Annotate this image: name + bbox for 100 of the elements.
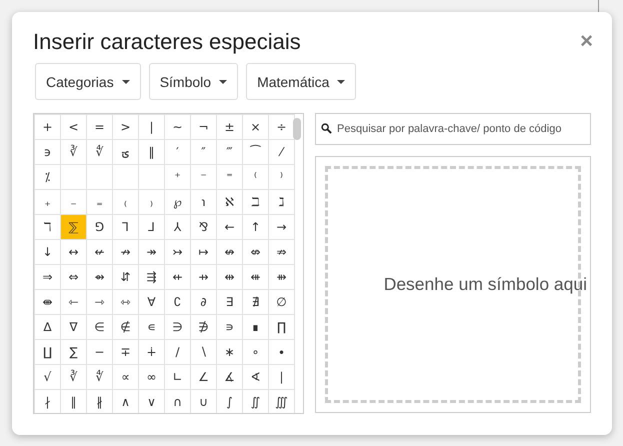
symbol-cell[interactable]: ↛ xyxy=(112,240,138,264)
symbol-cell[interactable]: ∞ xyxy=(138,364,164,390)
symbol-cell[interactable]: ↓ xyxy=(34,240,60,264)
symbol-cell[interactable]: ↔ xyxy=(60,240,86,264)
symbol-cell[interactable]: × xyxy=(242,114,268,140)
symbol-cell[interactable]: ∃ xyxy=(216,290,242,314)
symbol-cell[interactable]: ∙ xyxy=(268,340,294,364)
symbol-cell[interactable]: ⇏ xyxy=(268,240,294,264)
symbol-cell[interactable]: ⇺ xyxy=(242,264,268,290)
symbol-cell[interactable]: = xyxy=(86,114,112,140)
symbol-cell[interactable]: ⁀ xyxy=(242,140,268,164)
symbol-cell[interactable]: ∈ xyxy=(86,314,112,340)
symbol-cell[interactable]: ∍ xyxy=(216,314,242,340)
symbol-cell[interactable]: ∄ xyxy=(242,290,268,314)
symbol-cell[interactable]: ⇴ xyxy=(86,264,112,290)
symbol-cell[interactable]: ⇽ xyxy=(60,290,86,314)
symbol-cell[interactable]: ∔ xyxy=(138,340,164,364)
symbol-cell[interactable]: ∁ xyxy=(164,290,190,314)
symbol-cell[interactable]: ∟ xyxy=(164,364,190,390)
symbol-cell[interactable]: + xyxy=(34,114,60,140)
symbol-cell[interactable]: ⇒ xyxy=(34,264,60,290)
symbol-cell[interactable]: √ xyxy=(34,364,60,390)
dropdown[interactable]: Matemática xyxy=(246,63,356,100)
symbol-cell[interactable]: ↮ xyxy=(216,240,242,264)
symbol-cell[interactable]: ∢ xyxy=(242,364,268,390)
symbol-cell[interactable]: − xyxy=(86,340,112,364)
symbol-cell[interactable]: ↚ xyxy=(86,240,112,264)
symbol-cell[interactable]: ℷ xyxy=(268,190,294,214)
symbol-cell[interactable]: ⅀ xyxy=(60,214,86,240)
symbol-cell[interactable]: ↑ xyxy=(242,214,268,240)
symbol-cell[interactable]: ∛ xyxy=(60,140,86,164)
symbol-cell[interactable]: ⁒ xyxy=(34,164,60,190)
symbol-cell[interactable]: ∓ xyxy=(112,340,138,364)
symbol-cell[interactable]: ∘ xyxy=(242,340,268,364)
symbol-cell[interactable]: ∠ xyxy=(190,364,216,390)
dropdown[interactable]: Categorias xyxy=(35,63,141,100)
symbol-cell[interactable]: ⁾ xyxy=(268,164,294,190)
symbol-cell[interactable]: ℩ xyxy=(190,190,216,214)
symbol-cell[interactable]: ⇔ xyxy=(60,264,86,290)
symbol-cell[interactable]: ⇻ xyxy=(268,264,294,290)
symbol-cell[interactable]: ∛ xyxy=(60,364,86,390)
symbol-cell[interactable]: ← xyxy=(216,214,242,240)
symbol-cell[interactable]: ∌ xyxy=(190,314,216,340)
symbol-cell[interactable]: ⇿ xyxy=(112,290,138,314)
symbol-cell[interactable]: ⁽ xyxy=(242,164,268,190)
symbol-cell[interactable]: ∝ xyxy=(112,364,138,390)
symbol-cell[interactable]: → xyxy=(268,214,294,240)
symbol-cell[interactable]: < xyxy=(60,114,86,140)
symbol-cell[interactable]: ⅁ xyxy=(86,214,112,240)
symbol-cell[interactable]: ℶ xyxy=(242,190,268,214)
symbol-cell[interactable]: ∉ xyxy=(112,314,138,340)
symbol-cell[interactable]: ⁼ xyxy=(216,164,242,190)
symbol-cell[interactable]: ℘ xyxy=(164,190,190,214)
symbol-cell[interactable]: ⇶ xyxy=(138,264,164,290)
symbol-cell[interactable]: ∜ xyxy=(86,140,112,164)
symbol-cell[interactable]: | xyxy=(138,114,164,140)
symbol-cell[interactable]: ∋ xyxy=(164,314,190,340)
symbol-cell[interactable]: ⇼ xyxy=(34,290,60,314)
symbol-cell[interactable]: ⇹ xyxy=(216,264,242,290)
symbol-cell[interactable]: ₍ xyxy=(112,190,138,214)
symbol-cell[interactable]: ⅃ xyxy=(138,214,164,240)
symbol-cell[interactable]: > xyxy=(112,114,138,140)
symbol-cell[interactable]: ‖ xyxy=(138,140,164,164)
symbol-cell[interactable]: ∣ xyxy=(268,364,294,390)
symbol-cell[interactable]: ∏ xyxy=(268,314,294,340)
symbol-cell[interactable]: ∎ xyxy=(242,314,268,340)
symbol-cell[interactable]: ϶ xyxy=(34,140,60,164)
symbol-cell[interactable]: ⁺ xyxy=(164,164,190,190)
symbol-cell[interactable]: ± xyxy=(216,114,242,140)
symbol-cell[interactable]: ₌ xyxy=(86,190,112,214)
symbol-cell[interactable]: ↣ xyxy=(164,240,190,264)
symbol-cell[interactable]: ∑ xyxy=(60,340,86,364)
symbol-cell[interactable]: ⅋ xyxy=(190,214,216,240)
symbol-cell[interactable]: ∗ xyxy=(216,340,242,364)
symbol-cell[interactable]: ↠ xyxy=(138,240,164,264)
symbol-cell[interactable]: ∇ xyxy=(60,314,86,340)
symbol-cell[interactable]: ∡ xyxy=(216,364,242,390)
symbol-cell[interactable]: ؾ xyxy=(112,140,138,164)
symbol-cell[interactable]: ∀ xyxy=(138,290,164,314)
symbol-cell[interactable]: ∤ xyxy=(34,390,60,413)
symbol-cell[interactable]: ~ xyxy=(164,114,190,140)
symbol-cell[interactable]: ∊ xyxy=(138,314,164,340)
symbol-cell[interactable]: ∕ xyxy=(164,340,190,364)
symbol-cell[interactable]: ∆ xyxy=(34,314,60,340)
symbol-cell[interactable]: ⅂ xyxy=(112,214,138,240)
symbol-cell[interactable]: ∜ xyxy=(86,364,112,390)
symbol-cell[interactable]: ″ xyxy=(190,140,216,164)
scrollbar-thumb[interactable] xyxy=(293,118,301,140)
symbol-cell[interactable]: ∐ xyxy=(34,340,60,364)
drawing-area[interactable]: Desenhe um símbolo aqui xyxy=(315,156,591,413)
symbol-cell[interactable]: ′ xyxy=(164,140,190,164)
symbol-cell[interactable]: ¬ xyxy=(190,114,216,140)
symbol-cell[interactable]: ∖ xyxy=(190,340,216,364)
symbol-cell[interactable]: ⁄ xyxy=(268,140,294,164)
symbol-cell[interactable]: ⇷ xyxy=(164,264,190,290)
symbol-cell[interactable]: ₊ xyxy=(34,190,60,214)
symbol-cell[interactable]: ⇸ xyxy=(190,264,216,290)
symbol-cell[interactable]: ⅄ xyxy=(164,214,190,240)
symbol-cell[interactable]: ∅ xyxy=(268,290,294,314)
symbol-cell[interactable]: ⁻ xyxy=(190,164,216,190)
